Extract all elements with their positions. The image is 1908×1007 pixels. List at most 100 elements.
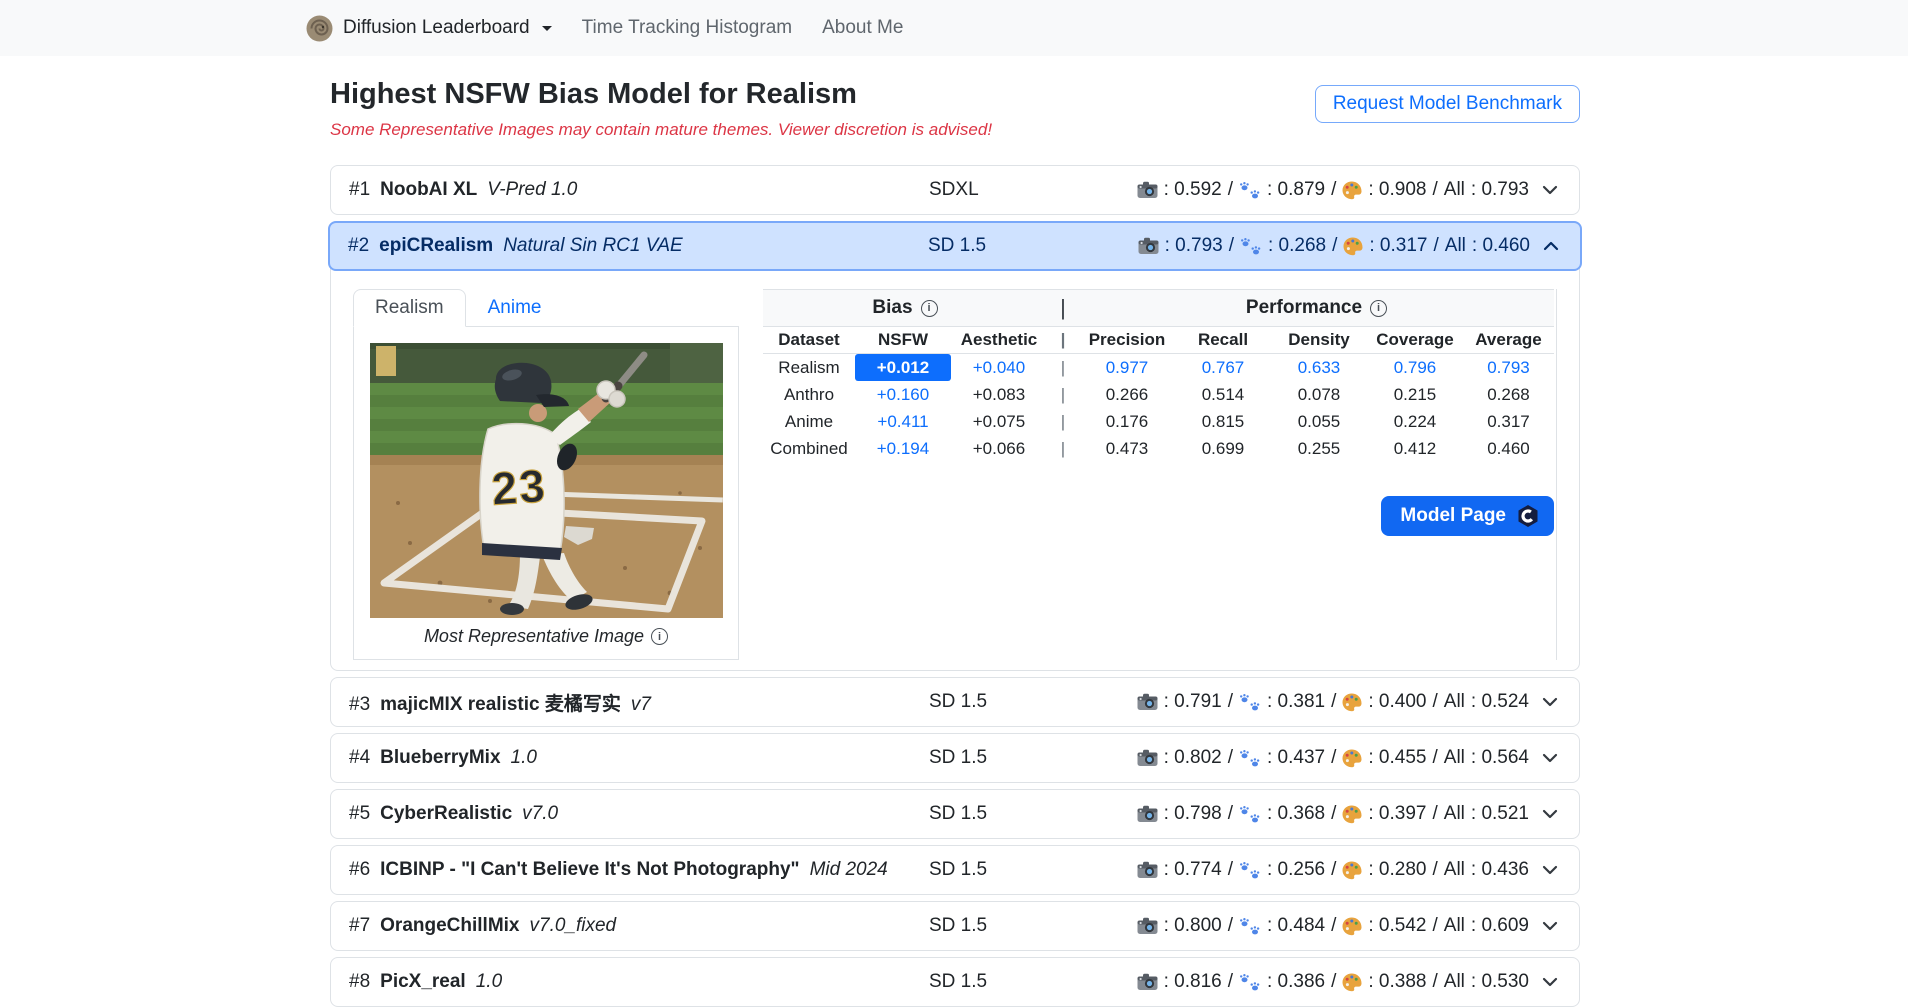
camera-score: : 0.816 <box>1163 971 1222 992</box>
metric-value: 0.215 <box>1393 384 1437 404</box>
metric-value: 0.255 <box>1297 438 1341 458</box>
all-score: : 0.609 <box>1470 915 1529 936</box>
palette-score: : 0.317 <box>1369 235 1428 256</box>
all-label: All <box>1443 971 1465 992</box>
all-label: All <box>1443 915 1465 936</box>
site-logo-icon <box>306 15 333 42</box>
row-rank: #1 <box>349 179 371 200</box>
jersey-number: 23 <box>490 459 549 515</box>
row-header[interactable]: #4 BlueberryMix 1.0 SD 1.5 : 0.802 /: 0… <box>331 734 1579 782</box>
row-header[interactable]: #2 epiCRealism Natural Sin RC1 VAE SD 1.… <box>328 221 1582 271</box>
palette-score: : 0.397 <box>1368 803 1427 824</box>
metric-value: +0.160 <box>876 384 930 404</box>
chevron-icon[interactable] <box>1539 915 1561 937</box>
palette-score: : 0.400 <box>1368 691 1427 712</box>
palette-icon <box>1342 181 1362 200</box>
column-header: Recall <box>1175 327 1271 354</box>
palette-icon <box>1342 693 1362 712</box>
metric-value: 0.793 <box>1487 357 1530 377</box>
palette-score: : 0.388 <box>1368 971 1427 992</box>
row-header[interactable]: #1 NoobAI XL V-Pred 1.0 SDXL : 0.592 /:… <box>331 166 1579 214</box>
paw-score: : 0.437 <box>1266 747 1326 768</box>
metric-value: +0.012 <box>855 354 951 381</box>
metric-value: 0.078 <box>1297 384 1341 404</box>
info-icon[interactable]: i <box>920 299 938 317</box>
row-header[interactable]: #3 majicMIX realistic 麦橘写实 v7 SD 1.5 : 0… <box>331 678 1579 726</box>
paw-prints-icon <box>1239 181 1261 200</box>
column-header: Density <box>1271 327 1367 354</box>
row-stats: : 0.791 / : 0.381 /: 0.400 / All: 0.52… <box>1061 691 1561 713</box>
metric-value: | <box>1060 438 1066 458</box>
all-score: : 0.524 <box>1470 691 1529 712</box>
base-model: SD 1.5 <box>929 691 988 712</box>
row-header[interactable]: #8 PicX_real 1.0 SD 1.5 : 0.816 /: 0.38… <box>331 958 1579 1006</box>
metric-value: +0.411 <box>877 411 929 431</box>
chevron-icon[interactable] <box>1539 747 1561 769</box>
row-header[interactable]: #7 OrangeChillMix v7.0_fixed SD 1.5 : 0.… <box>331 902 1579 950</box>
palette-icon <box>1342 861 1362 880</box>
column-header: Precision <box>1079 327 1175 354</box>
paw-prints-icon <box>1239 805 1261 824</box>
leaderboard-row: #5 CyberRealistic v7.0 SD 1.5 : 0.798 / … <box>330 789 1580 839</box>
nav-link-time-tracking[interactable]: Time Tracking Histogram <box>582 17 792 39</box>
chevron-icon[interactable] <box>1539 691 1561 713</box>
chevron-icon[interactable] <box>1539 179 1561 201</box>
leaderboard-row: #8 PicX_real 1.0 SD 1.5 : 0.816 /: 0.38… <box>330 957 1580 1007</box>
metric-value: 0.815 <box>1201 411 1245 431</box>
metric-value: +0.040 <box>972 357 1026 377</box>
palette-score: : 0.280 <box>1368 859 1427 880</box>
representative-image: 23 <box>370 343 723 618</box>
row-rank: #4 <box>349 747 371 768</box>
info-icon[interactable]: i <box>651 628 669 645</box>
column-header: Coverage <box>1367 327 1463 354</box>
palette-icon <box>1342 749 1362 768</box>
camera-score: : 0.791 <box>1163 691 1222 712</box>
request-benchmark-button[interactable]: Request Model Benchmark <box>1314 85 1580 123</box>
brand-label: Diffusion Leaderboard <box>343 17 530 38</box>
nav-link-about-me[interactable]: About Me <box>822 17 903 39</box>
metric-value: 0.633 <box>1297 357 1341 377</box>
all-label: All <box>1443 691 1465 712</box>
info-icon[interactable]: i <box>1370 299 1388 317</box>
paw-score: : 0.386 <box>1266 971 1326 992</box>
chevron-icon[interactable] <box>1539 859 1561 881</box>
leaderboard-row: #7 OrangeChillMix v7.0_fixed SD 1.5 : 0.… <box>330 901 1580 951</box>
tab-realism[interactable]: Realism <box>353 289 466 327</box>
base-model: SD 1.5 <box>929 803 988 824</box>
metric-value: 0.767 <box>1201 357 1245 377</box>
row-header[interactable]: #6 ICBINP - "I Can't Believe It's Not Ph… <box>331 846 1579 894</box>
row-rank: #2 <box>348 235 370 256</box>
column-header: Aesthetic <box>951 327 1047 354</box>
tab-anime[interactable]: Anime <box>466 289 564 327</box>
all-label: All <box>1443 859 1465 880</box>
metric-value: 0.796 <box>1393 357 1437 377</box>
row-rank: #3 <box>349 693 371 715</box>
representative-image-panel: 23 Most Representative Image i <box>353 326 739 660</box>
all-score: : 0.793 <box>1470 179 1529 200</box>
chevron-icon[interactable] <box>1540 235 1562 257</box>
all-score: : 0.436 <box>1470 859 1529 880</box>
palette-score: : 0.542 <box>1368 915 1427 936</box>
model-page-button[interactable]: Model Page <box>1381 496 1554 536</box>
chevron-icon[interactable] <box>1539 803 1561 825</box>
model-name: CyberRealistic <box>380 803 513 824</box>
metric-value: 0.460 <box>1487 438 1530 458</box>
detail-tabs: Realism Anime <box>353 289 739 327</box>
brand[interactable]: Diffusion Leaderboard <box>306 15 552 42</box>
column-header: NSFW <box>855 327 951 354</box>
metric-value: 0.977 <box>1105 357 1149 377</box>
camera-icon <box>1137 693 1158 711</box>
all-label: All <box>1443 803 1465 824</box>
model-version: 1.0 <box>510 747 537 768</box>
palette-icon <box>1342 917 1362 936</box>
metric-value: | <box>1060 411 1066 431</box>
metric-value: 0.412 <box>1393 438 1437 458</box>
metric-value: 0.176 <box>1105 411 1149 431</box>
row-header[interactable]: #5 CyberRealistic v7.0 SD 1.5 : 0.798 / … <box>331 790 1579 838</box>
camera-icon <box>1137 181 1158 199</box>
row-rank: #6 <box>349 859 371 880</box>
chevron-icon[interactable] <box>1539 971 1561 993</box>
palette-score: : 0.908 <box>1368 179 1427 200</box>
row-stats: : 0.774 / : 0.256 /: 0.280 / All: 0.43… <box>1061 859 1561 881</box>
camera-icon <box>1137 805 1158 823</box>
